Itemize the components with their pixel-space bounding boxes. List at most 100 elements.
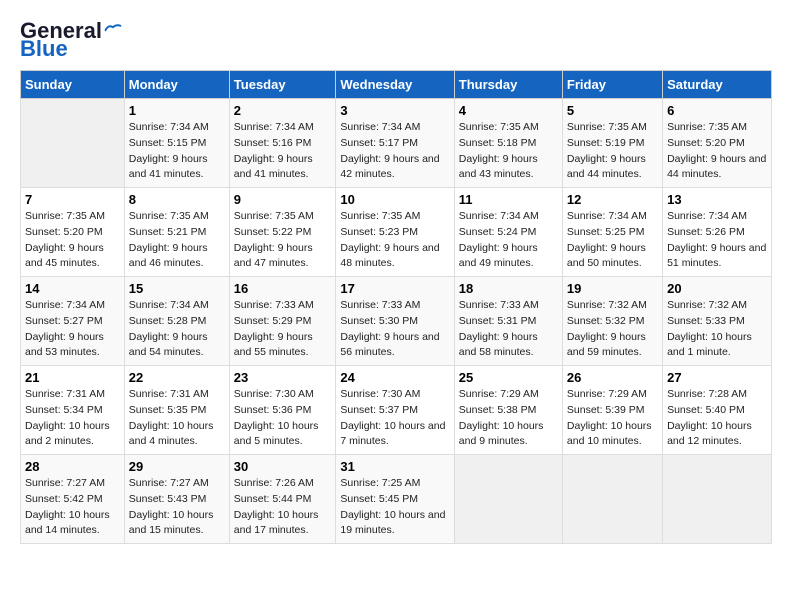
day-number: 26 — [567, 370, 658, 385]
calendar-cell: 2 Sunrise: 7:34 AMSunset: 5:16 PMDaylight… — [229, 99, 336, 188]
calendar-cell: 9 Sunrise: 7:35 AMSunset: 5:22 PMDaylight… — [229, 188, 336, 277]
calendar-cell: 15Sunrise: 7:34 AMSunset: 5:28 PMDayligh… — [124, 277, 229, 366]
week-row-5: 28 Sunrise: 7:27 AMSunset: 5:42 PMDayligh… — [21, 455, 772, 544]
day-info: Sunrise: 7:32 AMSunset: 5:33 PMDaylight:… — [667, 298, 767, 361]
header-cell-thursday: Thursday — [454, 71, 562, 99]
day-number: 27 — [667, 370, 767, 385]
calendar-cell: 5 Sunrise: 7:35 AMSunset: 5:19 PMDaylight… — [562, 99, 662, 188]
day-number: 29 — [129, 459, 225, 474]
logo-blue: Blue — [20, 38, 68, 60]
calendar-header: SundayMondayTuesdayWednesdayThursdayFrid… — [21, 71, 772, 99]
day-info: Sunrise: 7:35 AMSunset: 5:18 PMDaylight:… — [459, 120, 558, 183]
day-info: Sunrise: 7:34 AMSunset: 5:27 PMDaylight:… — [25, 298, 120, 361]
day-info: Sunrise: 7:35 AMSunset: 5:20 PMDaylight:… — [667, 120, 767, 183]
day-info: Sunrise: 7:25 AMSunset: 5:45 PMDaylight:… — [340, 476, 449, 539]
day-number: 18 — [459, 281, 558, 296]
day-number: 28 — [25, 459, 120, 474]
day-info: Sunrise: 7:30 AMSunset: 5:36 PMDaylight:… — [234, 387, 332, 450]
calendar-cell: 23 Sunrise: 7:30 AMSunset: 5:36 PMDayligh… — [229, 366, 336, 455]
header-cell-sunday: Sunday — [21, 71, 125, 99]
header-row: SundayMondayTuesdayWednesdayThursdayFrid… — [21, 71, 772, 99]
day-number: 22 — [129, 370, 225, 385]
day-info: Sunrise: 7:31 AMSunset: 5:35 PMDaylight:… — [129, 387, 225, 450]
calendar-cell: 14 Sunrise: 7:34 AMSunset: 5:27 PMDayligh… — [21, 277, 125, 366]
day-info: Sunrise: 7:32 AMSunset: 5:32 PMDaylight:… — [567, 298, 658, 361]
calendar-cell: 30Sunrise: 7:26 AMSunset: 5:44 PMDayligh… — [229, 455, 336, 544]
day-info: Sunrise: 7:35 AMSunset: 5:19 PMDaylight:… — [567, 120, 658, 183]
calendar-cell: 28 Sunrise: 7:27 AMSunset: 5:42 PMDayligh… — [21, 455, 125, 544]
day-number: 9 — [234, 192, 332, 207]
day-info: Sunrise: 7:27 AMSunset: 5:42 PMDaylight:… — [25, 476, 120, 539]
day-info: Sunrise: 7:34 AMSunset: 5:28 PMDaylight:… — [129, 298, 225, 361]
day-info: Sunrise: 7:27 AMSunset: 5:43 PMDaylight:… — [129, 476, 225, 539]
week-row-2: 7Sunrise: 7:35 AMSunset: 5:20 PMDaylight… — [21, 188, 772, 277]
calendar-body: 1 Sunrise: 7:34 AMSunset: 5:15 PMDaylight… — [21, 99, 772, 544]
day-info: Sunrise: 7:29 AMSunset: 5:38 PMDaylight:… — [459, 387, 558, 450]
calendar-cell: 21 Sunrise: 7:31 AMSunset: 5:34 PMDayligh… — [21, 366, 125, 455]
day-info: Sunrise: 7:35 AMSunset: 5:22 PMDaylight:… — [234, 209, 332, 272]
calendar-cell: 29 Sunrise: 7:27 AMSunset: 5:43 PMDayligh… — [124, 455, 229, 544]
day-info: Sunrise: 7:33 AMSunset: 5:29 PMDaylight:… — [234, 298, 332, 361]
calendar-cell: 10Sunrise: 7:35 AMSunset: 5:23 PMDayligh… — [336, 188, 454, 277]
day-number: 2 — [234, 103, 332, 118]
logo: General Blue — [20, 20, 122, 60]
calendar-cell: 6 Sunrise: 7:35 AMSunset: 5:20 PMDaylight… — [663, 99, 772, 188]
logo-bird-icon — [104, 22, 122, 34]
header-cell-tuesday: Tuesday — [229, 71, 336, 99]
calendar-cell — [663, 455, 772, 544]
calendar-cell: 26 Sunrise: 7:29 AMSunset: 5:39 PMDayligh… — [562, 366, 662, 455]
day-number: 25 — [459, 370, 558, 385]
day-number: 6 — [667, 103, 767, 118]
day-number: 14 — [25, 281, 120, 296]
day-info: Sunrise: 7:34 AMSunset: 5:15 PMDaylight:… — [129, 120, 225, 183]
day-info: Sunrise: 7:34 AMSunset: 5:24 PMDaylight:… — [459, 209, 558, 272]
day-info: Sunrise: 7:33 AMSunset: 5:31 PMDaylight:… — [459, 298, 558, 361]
day-number: 17 — [340, 281, 449, 296]
day-info: Sunrise: 7:31 AMSunset: 5:34 PMDaylight:… — [25, 387, 120, 450]
day-number: 20 — [667, 281, 767, 296]
day-number: 3 — [340, 103, 449, 118]
calendar-cell: 8 Sunrise: 7:35 AMSunset: 5:21 PMDaylight… — [124, 188, 229, 277]
calendar-cell: 20 Sunrise: 7:32 AMSunset: 5:33 PMDayligh… — [663, 277, 772, 366]
calendar-cell: 4 Sunrise: 7:35 AMSunset: 5:18 PMDaylight… — [454, 99, 562, 188]
day-info: Sunrise: 7:35 AMSunset: 5:21 PMDaylight:… — [129, 209, 225, 272]
calendar-cell — [562, 455, 662, 544]
calendar-cell: 1 Sunrise: 7:34 AMSunset: 5:15 PMDaylight… — [124, 99, 229, 188]
calendar-cell — [21, 99, 125, 188]
calendar-table: SundayMondayTuesdayWednesdayThursdayFrid… — [20, 70, 772, 544]
day-info: Sunrise: 7:30 AMSunset: 5:37 PMDaylight:… — [340, 387, 449, 450]
day-number: 5 — [567, 103, 658, 118]
day-info: Sunrise: 7:35 AMSunset: 5:20 PMDaylight:… — [25, 209, 120, 272]
day-number: 23 — [234, 370, 332, 385]
header-cell-friday: Friday — [562, 71, 662, 99]
day-number: 21 — [25, 370, 120, 385]
day-number: 13 — [667, 192, 767, 207]
week-row-1: 1 Sunrise: 7:34 AMSunset: 5:15 PMDaylight… — [21, 99, 772, 188]
header-cell-wednesday: Wednesday — [336, 71, 454, 99]
day-info: Sunrise: 7:34 AMSunset: 5:25 PMDaylight:… — [567, 209, 658, 272]
day-info: Sunrise: 7:29 AMSunset: 5:39 PMDaylight:… — [567, 387, 658, 450]
header-cell-saturday: Saturday — [663, 71, 772, 99]
calendar-cell: 18 Sunrise: 7:33 AMSunset: 5:31 PMDayligh… — [454, 277, 562, 366]
day-number: 1 — [129, 103, 225, 118]
calendar-cell: 11Sunrise: 7:34 AMSunset: 5:24 PMDayligh… — [454, 188, 562, 277]
week-row-3: 14 Sunrise: 7:34 AMSunset: 5:27 PMDayligh… — [21, 277, 772, 366]
calendar-cell — [454, 455, 562, 544]
day-info: Sunrise: 7:34 AMSunset: 5:26 PMDaylight:… — [667, 209, 767, 272]
calendar-cell: 16 Sunrise: 7:33 AMSunset: 5:29 PMDayligh… — [229, 277, 336, 366]
day-number: 30 — [234, 459, 332, 474]
day-number: 31 — [340, 459, 449, 474]
calendar-cell: 3Sunrise: 7:34 AMSunset: 5:17 PMDaylight… — [336, 99, 454, 188]
calendar-cell: 19 Sunrise: 7:32 AMSunset: 5:32 PMDayligh… — [562, 277, 662, 366]
week-row-4: 21 Sunrise: 7:31 AMSunset: 5:34 PMDayligh… — [21, 366, 772, 455]
page-header: General Blue — [20, 20, 772, 60]
day-number: 4 — [459, 103, 558, 118]
day-number: 12 — [567, 192, 658, 207]
day-number: 16 — [234, 281, 332, 296]
day-info: Sunrise: 7:34 AMSunset: 5:16 PMDaylight:… — [234, 120, 332, 183]
calendar-cell: 17Sunrise: 7:33 AMSunset: 5:30 PMDayligh… — [336, 277, 454, 366]
day-number: 19 — [567, 281, 658, 296]
day-number: 8 — [129, 192, 225, 207]
day-number: 10 — [340, 192, 449, 207]
calendar-cell: 25 Sunrise: 7:29 AMSunset: 5:38 PMDayligh… — [454, 366, 562, 455]
